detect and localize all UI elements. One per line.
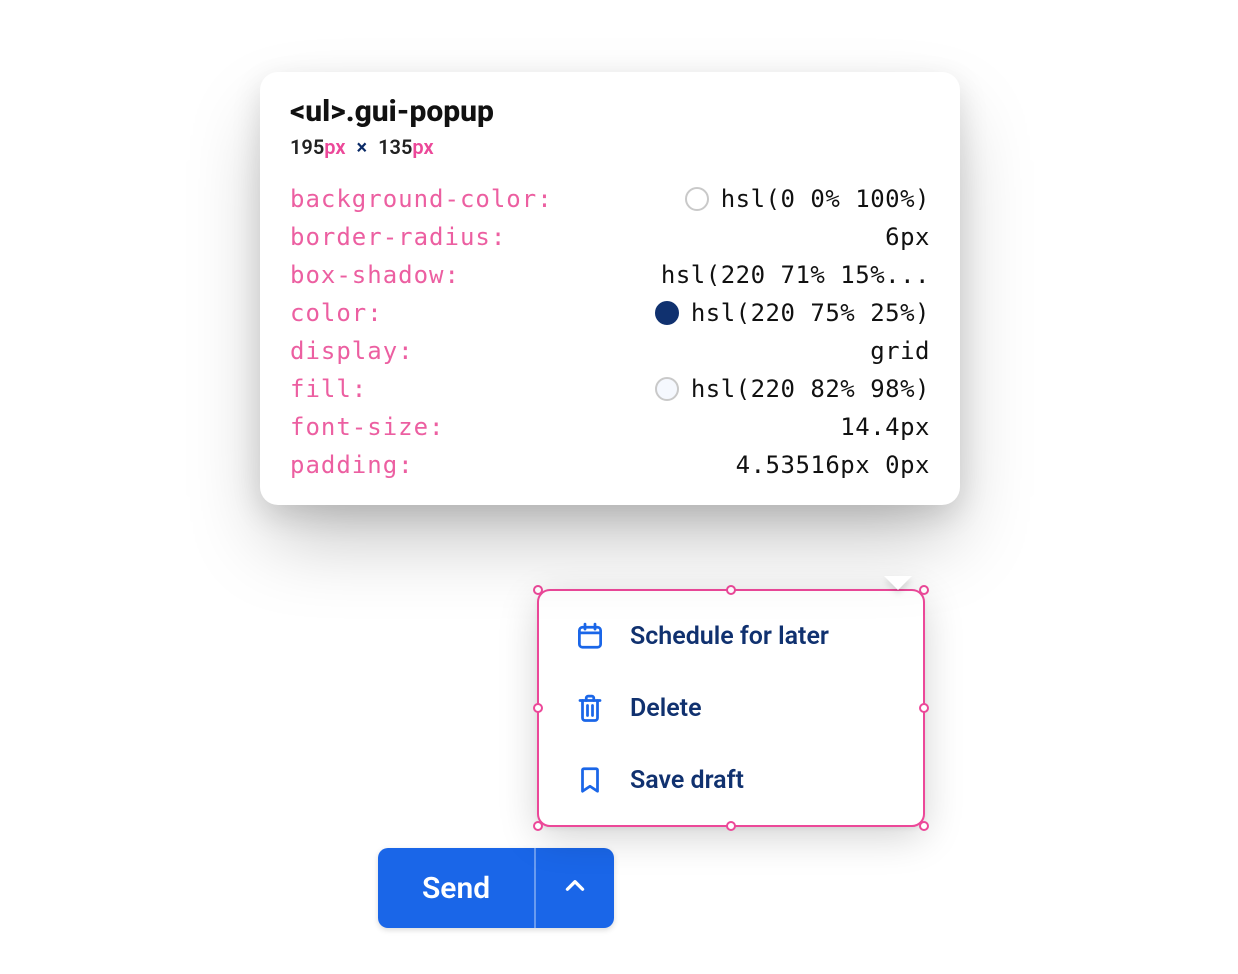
send-button-label: Send — [422, 871, 490, 906]
calendar-icon — [574, 620, 606, 652]
devtools-style-prop: border-radius — [290, 223, 506, 251]
menu-item-label: Save draft — [630, 766, 744, 795]
devtools-style-row: box-shadow hsl(220 71% 15%... — [290, 261, 930, 289]
devtools-style-value: hsl(220 82% 98%) — [655, 375, 930, 403]
menu-item-delete[interactable]: Delete — [538, 672, 924, 744]
devtools-style-value: hsl(220 75% 25%) — [655, 299, 930, 327]
devtools-width-num: 195 — [290, 135, 324, 159]
send-dropdown-toggle[interactable] — [536, 848, 614, 928]
devtools-style-row: border-radius 6px — [290, 223, 930, 251]
devtools-tooltip: <ul>.gui-popup 195px × 135px background-… — [260, 72, 960, 505]
devtools-height-num: 135 — [378, 135, 412, 159]
gui-popup: Schedule for later Delete Save draft — [538, 590, 924, 826]
menu-item-schedule[interactable]: Schedule for later — [538, 600, 924, 672]
devtools-style-row: padding 4.53516px 0px — [290, 451, 930, 479]
color-swatch-icon — [685, 187, 709, 211]
menu-item-label: Delete — [630, 694, 702, 723]
devtools-style-value: 14.4px — [840, 413, 930, 441]
devtools-width-unit: px — [324, 135, 345, 159]
color-swatch-icon — [655, 377, 679, 401]
selection-handle — [919, 821, 929, 831]
devtools-style-prop: padding — [290, 451, 414, 479]
devtools-style-row: fill hsl(220 82% 98%) — [290, 375, 930, 403]
devtools-height-unit: px — [412, 135, 433, 159]
devtools-style-value: hsl(0 0% 100%) — [685, 185, 930, 213]
send-button[interactable]: Send — [378, 848, 536, 928]
bookmark-icon — [574, 764, 606, 796]
trash-icon — [574, 692, 606, 724]
devtools-style-value: hsl(220 71% 15%... — [661, 261, 930, 289]
devtools-style-row: background-color hsl(0 0% 100%) — [290, 185, 930, 213]
devtools-style-prop: font-size — [290, 413, 445, 441]
chevron-up-icon — [562, 873, 588, 903]
color-swatch-icon — [655, 301, 679, 325]
menu-item-save-draft[interactable]: Save draft — [538, 744, 924, 816]
devtools-style-value: 6px — [885, 223, 930, 251]
devtools-selector-tag: <ul> — [290, 94, 346, 129]
devtools-style-value: 4.53516px 0px — [736, 451, 930, 479]
devtools-style-prop: color — [290, 299, 383, 327]
devtools-dimensions: 195px × 135px — [290, 135, 930, 159]
menu-item-label: Schedule for later — [630, 622, 829, 651]
send-split-button: Send — [378, 848, 614, 928]
devtools-style-prop: background-color — [290, 185, 553, 213]
devtools-style-prop: display — [290, 337, 414, 365]
devtools-style-prop: box-shadow — [290, 261, 460, 289]
devtools-style-row: color hsl(220 75% 25%) — [290, 299, 930, 327]
devtools-style-value: grid — [870, 337, 930, 365]
devtools-style-row: display grid — [290, 337, 930, 365]
devtools-style-row: font-size 14.4px — [290, 413, 930, 441]
devtools-selector: <ul>.gui-popup — [290, 94, 930, 129]
devtools-style-prop: fill — [290, 375, 367, 403]
devtools-selector-class: .gui-popup — [346, 94, 494, 129]
devtools-tooltip-arrow — [884, 576, 912, 590]
stage: Send Schedule for later Delete Save draf — [0, 0, 1238, 974]
devtools-dim-sep: × — [351, 135, 374, 159]
devtools-style-list: background-color hsl(0 0% 100%) border-rad… — [290, 185, 930, 479]
